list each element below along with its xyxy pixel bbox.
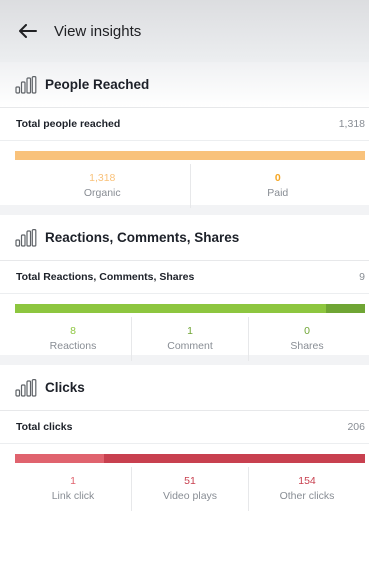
clicks-header: Clicks <box>0 365 369 411</box>
section-title: Clicks <box>45 380 85 395</box>
page-title: View insights <box>54 22 142 40</box>
other-clicks-bar-segment <box>103 454 365 463</box>
total-label: Total people reached <box>16 118 121 130</box>
shares-value: 0 <box>304 325 310 337</box>
paid-value: 0 <box>274 172 281 184</box>
app-bar: View insights <box>0 0 369 62</box>
link-click-value: 1 <box>70 475 76 487</box>
shares-label: Shares <box>290 340 324 352</box>
back-arrow-icon[interactable] <box>16 19 40 43</box>
reactions-header: Reactions, Comments, Shares <box>0 215 369 261</box>
organic-stat: 1,318 Organic <box>15 164 191 208</box>
paid-stat: 0 Paid <box>191 164 366 208</box>
total-people-reached-row: Total people reached 1,318 <box>0 108 369 141</box>
clicks-bar <box>15 454 365 463</box>
section-title: People Reached <box>45 77 150 92</box>
bar-chart-icon <box>15 75 37 94</box>
other-clicks-stat: 154 Other clicks <box>249 467 365 511</box>
total-clicks-row: Total clicks 206 <box>0 411 369 444</box>
shares-stat: 0 Shares <box>249 317 365 361</box>
paid-label: Paid <box>267 187 289 199</box>
other-clicks-label: Other clicks <box>279 490 335 502</box>
organic-bar-segment <box>15 151 365 160</box>
video-plays-stat: 51 Video plays <box>132 467 249 511</box>
people-reached-stats: 1,318 Organic 0 Paid <box>15 164 365 208</box>
people-reached-bar <box>15 151 365 160</box>
comment-label: Comment <box>167 340 213 352</box>
link-click-stat: 1 Link click <box>15 467 132 511</box>
reactions-section: Reactions, Comments, Shares Total Reacti… <box>0 215 369 361</box>
video-plays-bar-segment <box>16 454 104 463</box>
total-reactions-row: Total Reactions, Comments, Shares 9 <box>0 261 369 294</box>
clicks-section: Clicks Total clicks 206 1 Link click 51 … <box>0 365 369 582</box>
video-plays-value: 51 <box>184 475 196 487</box>
total-value: 1,318 <box>338 118 365 130</box>
video-plays-label: Video plays <box>162 490 218 502</box>
reactions-bar <box>15 304 365 313</box>
other-clicks-value: 154 <box>298 475 316 487</box>
clicks-stats: 1 Link click 51 Video plays 154 Other cl… <box>15 467 365 511</box>
people-reached-section: People Reached Total people reached 1,31… <box>0 62 369 208</box>
comment-bar-segment <box>326 304 365 313</box>
total-value: 9 <box>359 271 365 283</box>
bar-chart-icon <box>15 378 37 397</box>
comment-stat: 1 Comment <box>132 317 249 361</box>
reactions-stat: 8 Reactions <box>15 317 132 361</box>
comment-value: 1 <box>187 325 193 337</box>
reactions-bar-segment <box>15 304 327 313</box>
organic-value: 1,318 <box>89 172 116 184</box>
organic-label: Organic <box>83 187 121 199</box>
total-value: 206 <box>347 421 365 433</box>
reactions-value: 8 <box>70 325 76 337</box>
total-label: Total Reactions, Comments, Shares <box>16 271 195 283</box>
total-label: Total clicks <box>16 421 73 433</box>
section-title: Reactions, Comments, Shares <box>45 230 240 245</box>
link-click-label: Link click <box>51 490 95 502</box>
people-reached-header: People Reached <box>0 62 369 108</box>
bar-chart-icon <box>15 228 37 247</box>
reactions-stats: 8 Reactions 1 Comment 0 Shares <box>15 317 365 361</box>
reactions-label: Reactions <box>49 340 97 352</box>
